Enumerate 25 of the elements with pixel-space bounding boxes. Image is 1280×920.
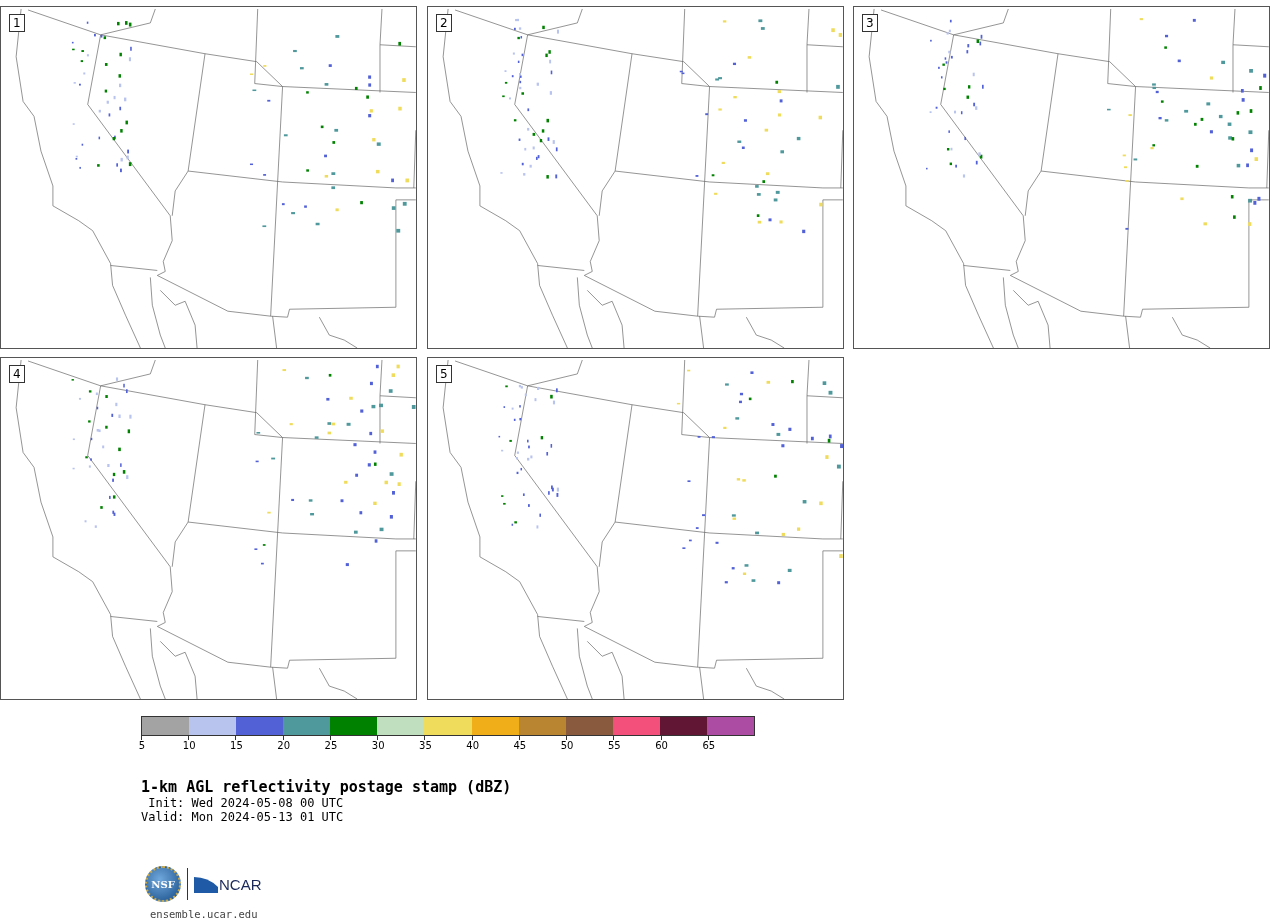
tick-label: 50 — [560, 740, 574, 751]
tick-label: 60 — [655, 740, 668, 751]
tick-label: 20 — [277, 740, 291, 751]
chart-title: 1-km AGL reflectivity postage stamp (dBZ) — [141, 778, 513, 796]
panel-label: 2 — [436, 14, 452, 32]
tick-label: 40 — [466, 740, 479, 751]
ncar-logo-text: NCAR — [219, 876, 262, 893]
tick-label: 65 — [702, 740, 716, 751]
panel-label: 4 — [9, 365, 25, 383]
tick-label: 15 — [230, 740, 243, 751]
init-time: Init: Wed 2024-05-08 00 UTC — [147, 796, 345, 810]
valid-time: Valid: Mon 2024-05-13 01 UTC — [141, 810, 345, 824]
panel-label: 1 — [9, 14, 25, 32]
tick-label: 55 — [608, 740, 621, 751]
tick-label: 45 — [513, 740, 527, 751]
nsf-logo: NSF — [145, 866, 181, 902]
tick-label: 35 — [419, 740, 432, 751]
tick-label: 30 — [371, 740, 385, 751]
panel-label: 3 — [862, 14, 878, 32]
tick-label: 10 — [182, 740, 196, 751]
swoosh-icon — [194, 875, 218, 893]
tick-label: 5 — [138, 740, 146, 751]
tick-label: 25 — [324, 740, 338, 751]
panel-label: 5 — [436, 365, 452, 383]
website-url: ensemble.ucar.edu — [150, 908, 259, 920]
